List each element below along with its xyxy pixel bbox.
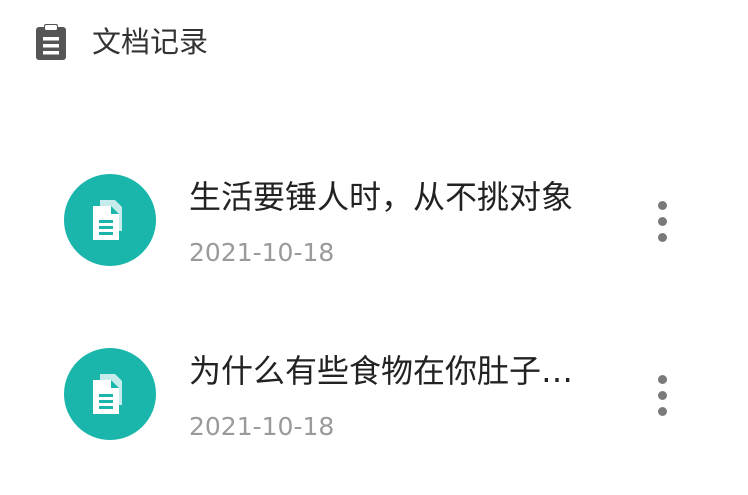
document-list-item[interactable]: 为什么有些食物在你肚子… 2021-10-18 [0, 320, 748, 470]
document-title: 生活要锤人时，从不挑对象 [189, 178, 574, 216]
page-header: 文档记录 [0, 0, 748, 84]
page-title: 文档记录 [92, 25, 209, 59]
clipboard-icon [34, 24, 68, 60]
document-icon [64, 348, 156, 440]
more-vertical-icon[interactable] [646, 196, 680, 246]
document-date: 2021-10-18 [189, 412, 335, 441]
document-date: 2021-10-18 [189, 238, 335, 267]
document-icon [64, 174, 156, 266]
document-title: 为什么有些食物在你肚子… [189, 352, 574, 390]
more-vertical-icon[interactable] [646, 370, 680, 420]
document-list-item[interactable]: 生活要锤人时，从不挑对象 2021-10-18 [0, 146, 748, 296]
